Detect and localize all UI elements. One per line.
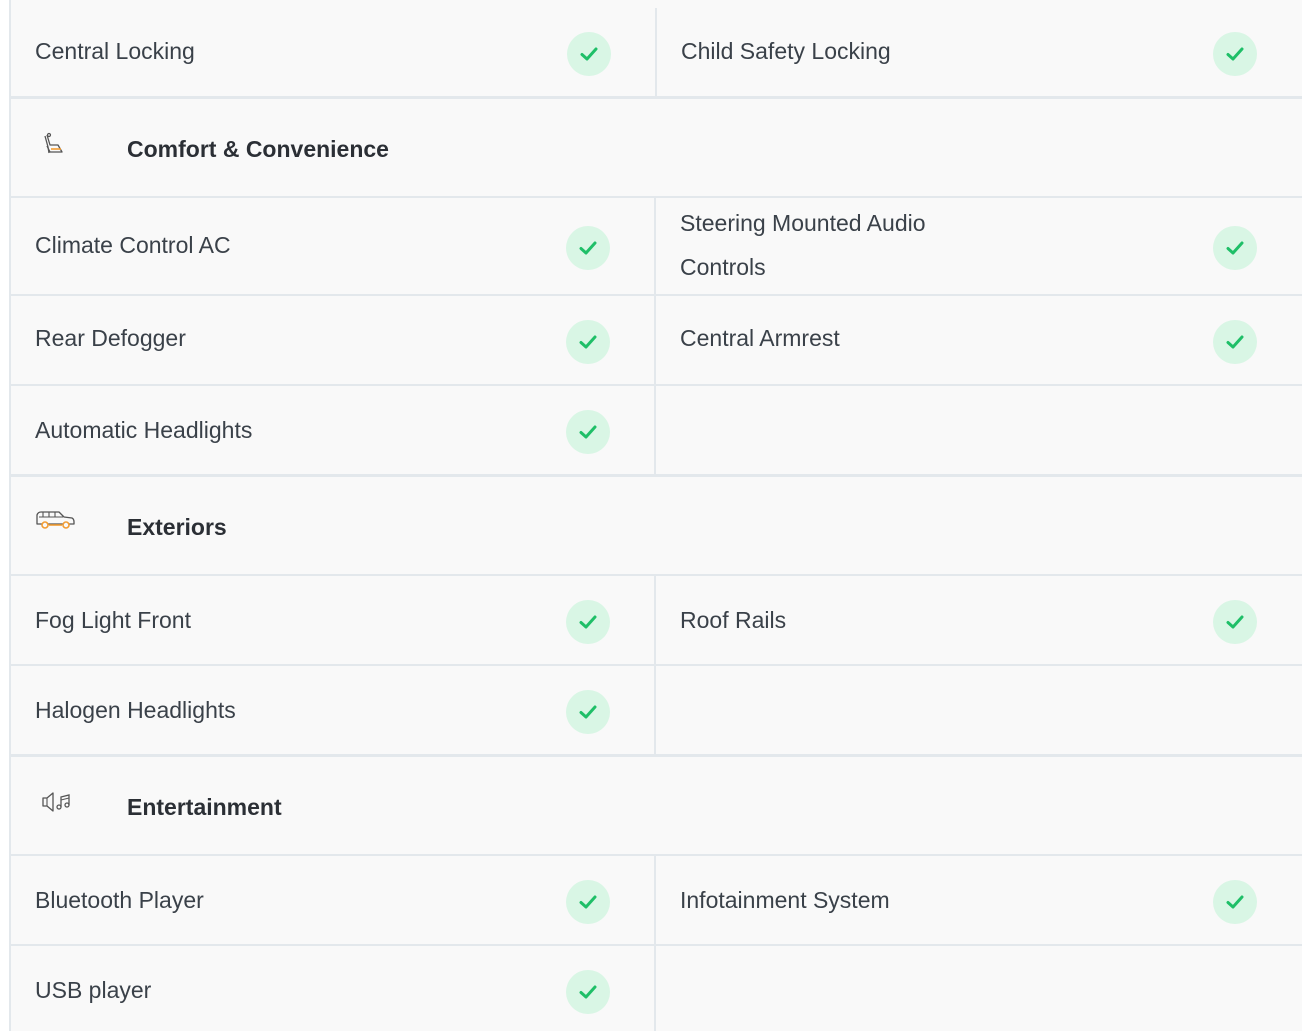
check-icon [566, 600, 610, 644]
section-header-entertainment: Entertainment [11, 757, 1302, 854]
feature-label: Child Safety Locking [681, 38, 891, 64]
check-icon [567, 32, 611, 76]
feature-row: Central Locking Child Safety Locking [11, 0, 1302, 96]
speaker-music-icon [41, 791, 73, 818]
check-icon [1213, 32, 1257, 76]
column-divider [654, 198, 656, 294]
feature-label: Steering Mounted Audio [680, 210, 926, 236]
section-title: Comfort & Convenience [127, 136, 389, 162]
check-icon [566, 410, 610, 454]
feature-row: Halogen Headlights [11, 666, 1302, 754]
feature-label: USB player [35, 977, 152, 1003]
check-icon [566, 690, 610, 734]
column-divider [654, 386, 656, 474]
column-divider [654, 856, 656, 944]
check-icon [566, 226, 610, 270]
column-divider [654, 666, 656, 754]
feature-row: Rear Defogger Central Armrest [11, 296, 1302, 384]
check-icon [566, 880, 610, 924]
features-panel: Central Locking Child Safety Locking Com… [0, 0, 1302, 1031]
column-divider [654, 296, 656, 384]
check-icon [1213, 600, 1257, 644]
check-icon [1213, 226, 1257, 270]
feature-row: Bluetooth Player Infotainment System [11, 856, 1302, 944]
feature-label: Controls [680, 254, 766, 280]
feature-label: Climate Control AC [35, 232, 231, 258]
feature-label: Roof Rails [680, 607, 787, 633]
feature-row: USB player [11, 946, 1302, 1031]
feature-label: Central Armrest [680, 325, 840, 351]
check-icon [566, 970, 610, 1014]
feature-label: Automatic Headlights [35, 417, 253, 443]
feature-label: Rear Defogger [35, 325, 186, 351]
feature-label: Halogen Headlights [35, 697, 236, 723]
feature-label: Fog Light Front [35, 607, 191, 633]
feature-label: Bluetooth Player [35, 887, 204, 913]
feature-row: Automatic Headlights [11, 386, 1302, 474]
section-header-exteriors: Exteriors [11, 477, 1302, 574]
car-icon [35, 510, 75, 535]
feature-row: Climate Control AC Steering Mounted Audi… [11, 198, 1302, 294]
section-header-comfort: Comfort & Convenience [11, 99, 1302, 196]
feature-label: Central Locking [35, 38, 195, 64]
section-title: Exteriors [127, 514, 227, 540]
section-title: Entertainment [127, 794, 282, 820]
feature-row: Fog Light Front Roof Rails [11, 576, 1302, 664]
column-divider [654, 576, 656, 664]
column-divider [655, 8, 657, 96]
column-divider [654, 946, 656, 1031]
check-icon [566, 320, 610, 364]
check-icon [1213, 320, 1257, 364]
seat-icon [41, 132, 67, 161]
feature-label: Infotainment System [680, 887, 890, 913]
check-icon [1213, 880, 1257, 924]
